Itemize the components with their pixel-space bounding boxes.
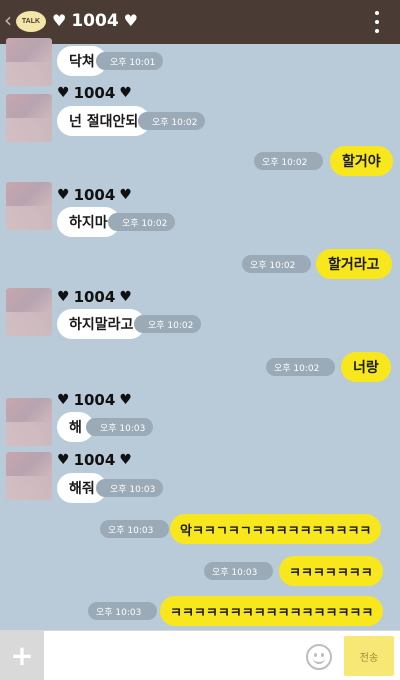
message-bubble-incoming[interactable]: 하지말라고 bbox=[57, 309, 146, 339]
message-timestamp: 오후 10:03 bbox=[204, 562, 274, 580]
message-timestamp: 오후 10:02 bbox=[108, 213, 176, 231]
heart-icon: ♥ bbox=[119, 452, 132, 468]
avatar[interactable] bbox=[6, 182, 52, 230]
message-bubble-outgoing[interactable]: ㅋㅋㅋㅋㅋㅋㅋㅋㅋㅋㅋㅋㅋㅋㅋㅋㅋ bbox=[160, 596, 384, 626]
kebab-menu-icon[interactable] bbox=[374, 11, 380, 33]
chevron-left-icon[interactable]: ‹ bbox=[4, 9, 12, 31]
message-bubble-outgoing[interactable]: ㅋㅋㅋㅋㅋㅋㅋ bbox=[279, 556, 383, 586]
message-bubble-incoming[interactable]: 넌 절대안되 bbox=[57, 106, 151, 136]
sender-name: ♥ 1004 ♥ bbox=[57, 288, 132, 306]
avatar[interactable] bbox=[6, 452, 52, 500]
chat-title-text: 1004 bbox=[71, 11, 119, 31]
plus-icon: + bbox=[10, 639, 34, 672]
chat-header: ‹ TALK ♥ 1004 ♥ bbox=[0, 0, 400, 44]
message-timestamp: 오후 10:03 bbox=[100, 520, 170, 538]
message-timestamp: 오후 10:02 bbox=[254, 152, 324, 170]
avatar[interactable] bbox=[6, 288, 52, 336]
message-bubble-outgoing[interactable]: 할거라고 bbox=[316, 249, 392, 279]
message-bubble-outgoing[interactable]: 너랑 bbox=[341, 352, 391, 382]
heart-icon: ♥ bbox=[52, 11, 67, 30]
heart-icon: ♥ bbox=[57, 392, 70, 408]
heart-icon: ♥ bbox=[57, 452, 70, 468]
message-timestamp: 오후 10:02 bbox=[242, 255, 312, 273]
heart-icon: ♥ bbox=[119, 289, 132, 305]
heart-icon: ♥ bbox=[119, 187, 132, 203]
heart-icon: ♥ bbox=[119, 85, 132, 101]
sender-name: ♥ 1004 ♥ bbox=[57, 451, 132, 469]
plus-button[interactable]: + bbox=[0, 631, 44, 680]
avatar[interactable] bbox=[6, 398, 52, 446]
heart-icon: ♥ bbox=[119, 392, 132, 408]
sender-name: ♥ 1004 ♥ bbox=[57, 84, 132, 102]
message-bubble-outgoing[interactable]: 할거야 bbox=[330, 146, 393, 176]
smiley-icon[interactable] bbox=[306, 644, 332, 670]
talk-badge-icon: TALK bbox=[16, 11, 46, 32]
message-timestamp: 오후 10:02 bbox=[138, 112, 206, 130]
avatar[interactable] bbox=[6, 38, 52, 86]
message-input[interactable] bbox=[50, 637, 290, 675]
heart-icon: ♥ bbox=[57, 85, 70, 101]
message-bubble-outgoing[interactable]: 악ㅋㅋㄱㅋㄱㅋㅋㅋㅋㅋㅋㅋㅋㅋㅋ bbox=[170, 514, 382, 544]
message-timestamp: 오후 10:02 bbox=[134, 315, 202, 333]
send-button[interactable]: 전송 bbox=[344, 636, 394, 676]
heart-icon: ♥ bbox=[123, 11, 139, 30]
heart-icon: ♥ bbox=[57, 289, 70, 305]
sender-name: ♥ 1004 ♥ bbox=[57, 186, 132, 204]
composer-bar: + 전송 bbox=[0, 630, 400, 680]
message-timestamp: 오후 10:01 bbox=[96, 52, 164, 70]
avatar[interactable] bbox=[6, 94, 52, 142]
chat-title: ♥ 1004 ♥ bbox=[52, 10, 138, 32]
message-timestamp: 오후 10:03 bbox=[96, 479, 164, 497]
heart-icon: ♥ bbox=[57, 187, 70, 203]
sender-name: ♥ 1004 ♥ bbox=[57, 391, 132, 409]
message-timestamp: 오후 10:02 bbox=[266, 358, 336, 376]
message-timestamp: 오후 10:03 bbox=[86, 418, 154, 436]
message-timestamp: 오후 10:03 bbox=[88, 602, 158, 620]
